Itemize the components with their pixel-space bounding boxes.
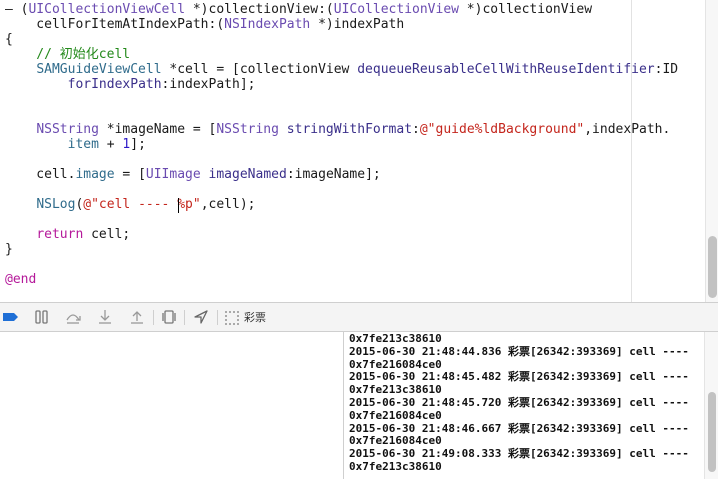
code-token: item [67, 137, 99, 152]
debug-bar: 彩票 [0, 302, 718, 332]
console-line: 0x7fe216084ce0 [349, 408, 442, 422]
toolbar-divider [153, 310, 154, 325]
code-token: @end [5, 272, 37, 287]
toolbar-divider [184, 310, 185, 325]
code-token: dequeueReusableCellWithReuseIdentifier [357, 62, 655, 77]
code-line[interactable]: @end [5, 272, 36, 287]
code-token: cellForItemAtIndexPath:( [5, 17, 225, 32]
code-token: ]; [130, 137, 146, 152]
code-token: forIndexPath [67, 77, 162, 92]
code-line[interactable]: NSString *imageName = [NSString stringWi… [5, 122, 670, 137]
code-token: :ID [654, 62, 679, 77]
code-token: : [412, 122, 420, 137]
console-line: 0x7fe213c38610 [349, 383, 442, 397]
code-line[interactable]: { [5, 32, 13, 47]
console-scrollbar-thumb[interactable] [708, 392, 716, 472]
console-line: 2015-06-30 21:48:44.836 彩票[26342:393369]… [349, 344, 689, 358]
code-token: cell; [83, 227, 131, 242]
code-token: *imageName = [ [98, 122, 217, 137]
code-line[interactable]: // 初始化cell [5, 47, 130, 62]
breakpoints-toggle-icon[interactable] [2, 308, 20, 326]
code-token: NSString [216, 122, 279, 137]
code-line[interactable]: SAMGuideViewCell *cell = [collectionView… [5, 62, 678, 77]
pause-icon[interactable] [33, 308, 51, 326]
code-editor[interactable]: – (UICollectionViewCell *)collectionView… [0, 0, 718, 302]
code-line[interactable]: cell.image = [UIImage imageNamed:imageNa… [5, 167, 381, 182]
step-out-icon[interactable] [128, 308, 146, 326]
code-token: *)collectionView [458, 2, 593, 17]
code-token: UICollectionView [333, 2, 459, 17]
code-token: ,cell); [200, 197, 256, 212]
code-token: UICollectionViewCell [28, 2, 186, 17]
source-code[interactable]: – (UICollectionViewCell *)collectionView… [5, 0, 678, 302]
code-token: NSLog [36, 197, 76, 212]
console-line: 0x7fe213c38610 [349, 460, 442, 473]
console-line: 2015-06-30 21:48:45.720 彩票[26342:393369]… [349, 396, 689, 409]
code-token: @"guide%ldBackground" [419, 122, 585, 137]
code-token: *)indexPath [310, 17, 405, 32]
code-token: @"cell ---- %p" [83, 197, 201, 212]
code-token: cell. [5, 167, 76, 182]
console-line: 2015-06-30 21:48:46.667 彩票[26342:393369]… [349, 421, 689, 435]
code-token: = [ [114, 167, 146, 182]
code-token: NSIndexPath [224, 17, 311, 32]
code-token: } [5, 242, 13, 257]
code-line[interactable]: } [5, 242, 13, 257]
code-line[interactable]: return cell; [5, 227, 130, 242]
code-token: image [75, 167, 115, 182]
code-token: *)collectionView:( [185, 2, 334, 17]
console-line: 0x7fe213c38610 [349, 332, 442, 345]
code-token: *cell = [collectionView [161, 62, 358, 77]
editor-minimap-divider [631, 0, 632, 302]
code-token: SAMGuideViewCell [36, 62, 162, 77]
variables-pane[interactable] [0, 332, 343, 479]
code-line[interactable]: forIndexPath:indexPath]; [5, 77, 256, 92]
code-token: :indexPath]; [161, 77, 256, 92]
console-line: 2015-06-30 21:48:45.482 彩票[26342:393369]… [349, 370, 689, 384]
code-line[interactable]: cellForItemAtIndexPath:(NSIndexPath *)in… [5, 17, 404, 32]
code-token: ,indexPath. [584, 122, 671, 137]
step-over-icon[interactable] [64, 308, 82, 326]
view-hierarchy-icon[interactable] [160, 308, 178, 326]
code-token: return [36, 227, 84, 242]
code-token: NSString [36, 122, 99, 137]
code-token: imageNamed [208, 167, 287, 182]
console-output[interactable]: 0x7fe213c38610 2015-06-30 21:48:44.836 彩票… [344, 332, 704, 479]
text-cursor [178, 198, 179, 213]
console-line: 0x7fe216084ce0 [349, 357, 442, 371]
code-token: stringWithFormat [286, 122, 413, 137]
code-token: + [98, 137, 123, 152]
code-token: :imageName]; [286, 167, 381, 182]
console-line: 2015-06-30 21:49:08.333 彩票[26342:393369]… [349, 447, 689, 461]
editor-scrollbar-thumb[interactable] [708, 236, 717, 298]
step-into-icon[interactable] [96, 308, 114, 326]
code-line[interactable]: NSLog(@"cell ---- %p",cell); [5, 197, 255, 212]
code-token: UIImage [145, 167, 201, 182]
console-line: 0x7fe216084ce0 [349, 434, 442, 448]
location-icon[interactable] [192, 308, 210, 326]
code-token: – ( [5, 2, 29, 17]
code-line[interactable]: item + 1]; [5, 137, 146, 152]
thread-label[interactable]: 彩票 [244, 311, 266, 324]
thread-icon[interactable] [224, 308, 240, 326]
code-token: // 初始化cell [5, 47, 131, 62]
code-token: { [5, 32, 13, 47]
toolbar-divider [217, 310, 218, 325]
code-line[interactable]: – (UICollectionViewCell *)collectionView… [5, 2, 592, 17]
